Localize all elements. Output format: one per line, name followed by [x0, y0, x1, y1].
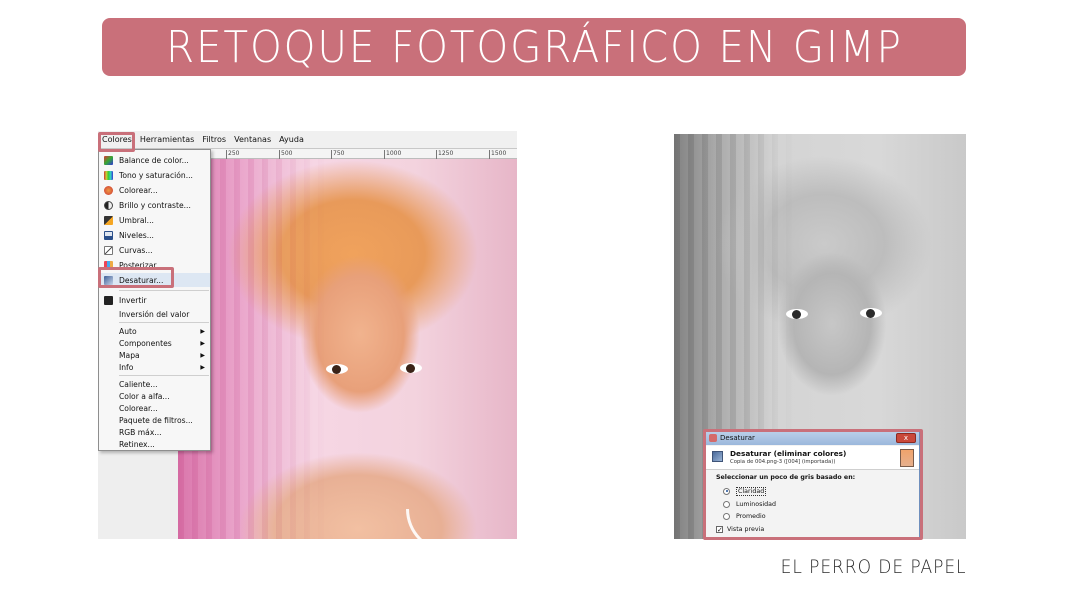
brightness-icon — [104, 200, 113, 210]
banner-title: RETOQUE FOTOGRÁFICO EN GIMP — [165, 21, 903, 73]
menu-item-label: Mapa — [119, 350, 140, 360]
menu-item-retinex[interactable]: Retinex... — [99, 437, 210, 451]
blank-icon — [104, 440, 113, 449]
threshold-icon — [104, 215, 113, 225]
menu-item-brillo[interactable]: Brillo y contraste... — [99, 198, 210, 212]
menu-item-label: Tono y saturación... — [119, 170, 193, 180]
menu-separator — [119, 290, 209, 291]
invert-icon — [104, 295, 113, 305]
menu-item-colorear[interactable]: Colorear... — [99, 183, 210, 197]
title-banner: RETOQUE FOTOGRÁFICO EN GIMP — [102, 18, 966, 76]
colorize-icon — [104, 185, 113, 195]
color-photo — [178, 159, 517, 539]
submenu-arrow-icon: ▶ — [200, 363, 205, 371]
blank-icon — [104, 351, 113, 360]
hue-icon — [104, 170, 113, 180]
menu-item-label: Balance de color... — [119, 155, 189, 165]
blank-icon — [104, 310, 113, 319]
menu-item-label: Paquete de filtros... — [119, 415, 193, 425]
blank-icon — [104, 428, 113, 437]
blank-icon — [104, 380, 113, 389]
menu-item-invertir[interactable]: Invertir — [99, 293, 210, 307]
colors-menu: Balance de color... Tono y saturación...… — [98, 149, 211, 451]
right-eye — [860, 308, 882, 318]
menu-item-info[interactable]: Info ▶ — [99, 360, 210, 374]
menu-separator — [119, 375, 209, 376]
gimp-color-screenshot: 250 500 750 1000 1250 1500 Colores Herra… — [98, 131, 517, 539]
desaturar-highlight-box — [98, 267, 174, 288]
menu-item-label: Color a alfa... — [119, 391, 170, 401]
submenu-arrow-icon: ▶ — [200, 351, 205, 359]
ruler-tick: 1250 — [435, 150, 454, 159]
menu-item-label: Caliente... — [119, 379, 158, 389]
menu-item-label: Brillo y contraste... — [119, 200, 191, 210]
necklace — [406, 509, 517, 539]
menu-item-label: Retinex... — [119, 439, 155, 449]
menu-ayuda[interactable]: Ayuda — [275, 131, 308, 149]
menu-item-label: Colorear... — [119, 403, 158, 413]
menu-herramientas[interactable]: Herramientas — [136, 131, 199, 149]
menu-item-tono[interactable]: Tono y saturación... — [99, 168, 210, 182]
blank-icon — [104, 392, 113, 401]
ruler-tick: 1000 — [383, 150, 402, 159]
blank-icon — [104, 416, 113, 425]
blank-icon — [104, 404, 113, 413]
brand-signature: EL PERRO DE PAPEL — [780, 556, 966, 578]
menu-item-label: Componentes — [119, 338, 172, 348]
left-eye — [326, 364, 348, 374]
submenu-arrow-icon: ▶ — [200, 327, 205, 335]
menu-item-label: Inversión del valor — [119, 309, 190, 319]
ruler-tick: 1500 — [488, 150, 507, 159]
ruler-tick: 500 — [278, 150, 293, 159]
menu-item-label: Invertir — [119, 295, 147, 305]
menu-item-label: Niveles... — [119, 230, 154, 240]
blank-icon — [104, 363, 113, 372]
balance-icon — [104, 155, 113, 165]
menu-item-curvas[interactable]: Curvas... — [99, 243, 210, 257]
menu-item-label: Curvas... — [119, 245, 153, 255]
dialog-highlight-box — [703, 429, 923, 540]
menu-item-label: Auto — [119, 326, 137, 336]
submenu-arrow-icon: ▶ — [200, 339, 205, 347]
menu-separator — [119, 322, 209, 323]
menu-item-label: RGB máx... — [119, 427, 162, 437]
colores-highlight-box — [98, 132, 135, 152]
gimp-menubar: Colores Herramientas Filtros Ventanas Ay… — [98, 131, 517, 149]
curves-icon — [104, 245, 113, 255]
menu-item-inversion-valor[interactable]: Inversión del valor — [99, 307, 210, 321]
menu-filtros[interactable]: Filtros — [198, 131, 230, 149]
left-eye — [786, 309, 808, 319]
menu-item-label: Info — [119, 362, 134, 372]
menu-item-label: Umbral... — [119, 215, 154, 225]
menu-item-label: Colorear... — [119, 185, 158, 195]
menu-item-niveles[interactable]: Niveles... — [99, 228, 210, 242]
blank-icon — [104, 327, 113, 336]
menu-item-balance[interactable]: Balance de color... — [99, 153, 210, 167]
ruler-tick: 250 — [225, 150, 240, 159]
right-eye — [400, 363, 422, 373]
ruler-tick: 750 — [330, 150, 345, 159]
menu-item-umbral[interactable]: Umbral... — [99, 213, 210, 227]
levels-icon — [104, 230, 113, 240]
blank-icon — [104, 339, 113, 348]
menu-ventanas[interactable]: Ventanas — [230, 131, 275, 149]
horizontal-ruler: 250 500 750 1000 1250 1500 — [211, 149, 517, 159]
